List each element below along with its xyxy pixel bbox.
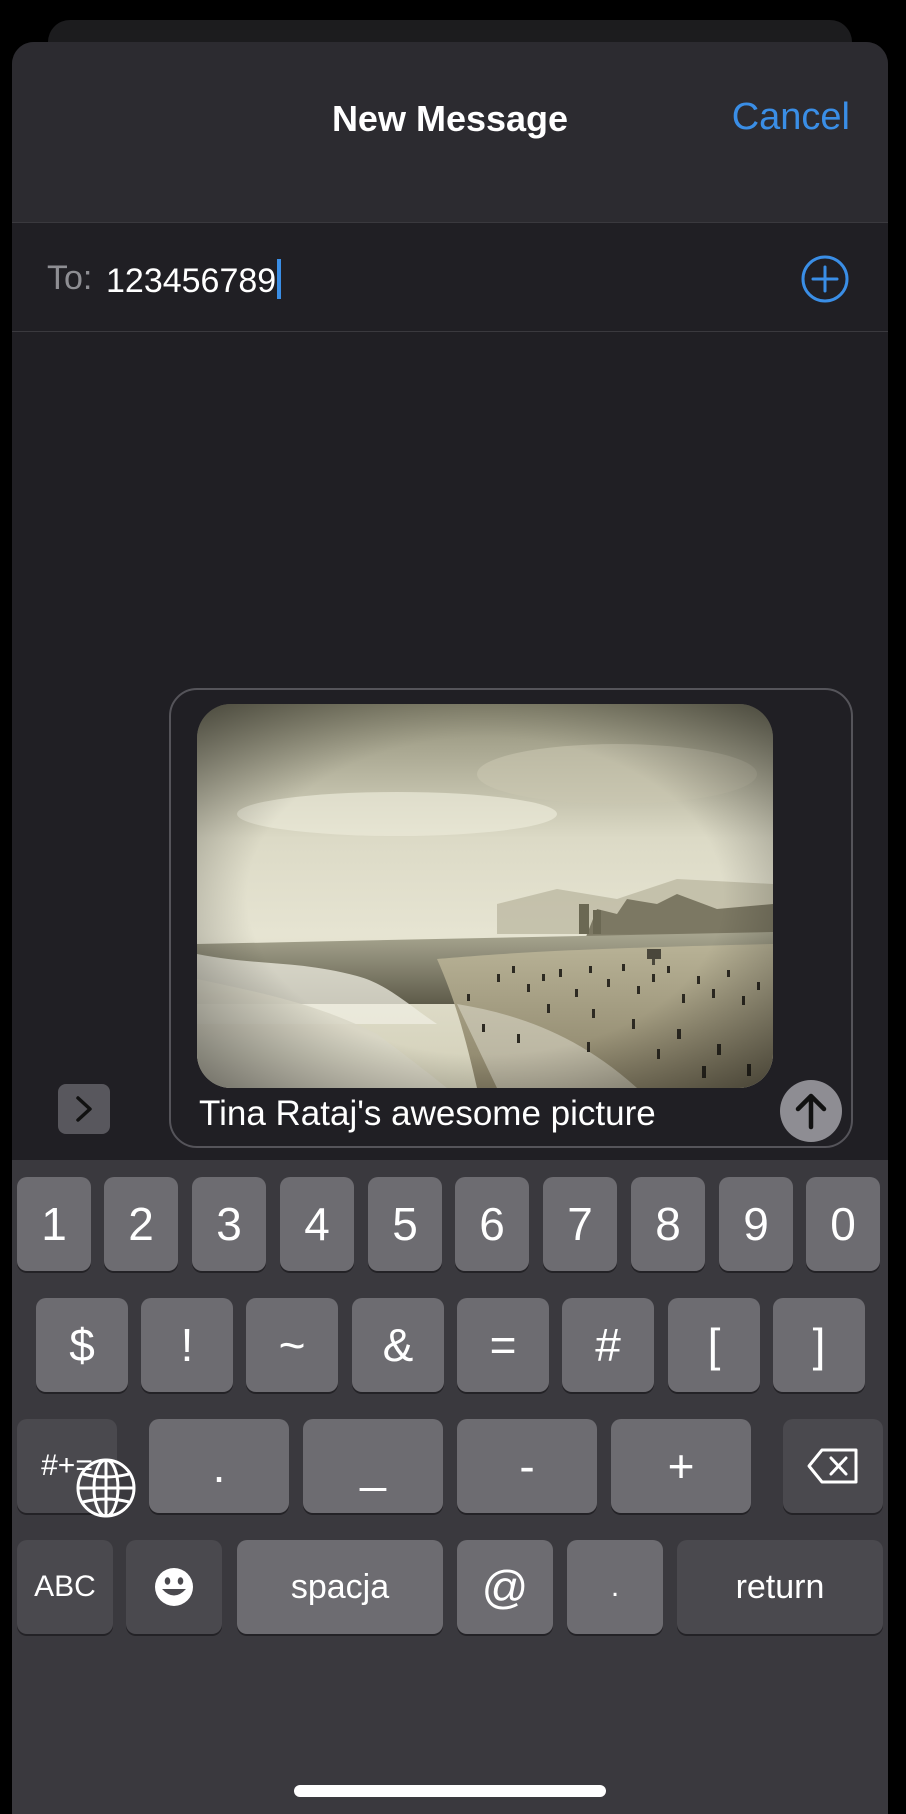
new-message-sheet: New Message Cancel To: 123456789 Tina Ra…: [12, 42, 888, 1814]
backspace-icon: [807, 1448, 858, 1484]
beach-photo-attachment[interactable]: [197, 704, 773, 1088]
key-tilde[interactable]: ~: [246, 1298, 338, 1392]
message-text: Tina Rataj's awesome picture: [199, 1094, 656, 1133]
key-return[interactable]: return: [677, 1540, 883, 1634]
key-0[interactable]: 0: [806, 1177, 880, 1271]
key-9[interactable]: 9: [719, 1177, 793, 1271]
key-6[interactable]: 6: [455, 1177, 529, 1271]
recipient-row[interactable]: To: 123456789: [12, 223, 888, 332]
text-caret: [277, 259, 282, 299]
keyboard: 1 2 3 4 5 6 7 8 9 0 $ ! ~ & = # [ ] #+= …: [12, 1160, 888, 1814]
send-button[interactable]: [780, 1080, 842, 1142]
expand-apps-button[interactable]: [58, 1084, 110, 1134]
key-5[interactable]: 5: [368, 1177, 442, 1271]
key-3[interactable]: 3: [192, 1177, 266, 1271]
key-7[interactable]: 7: [543, 1177, 617, 1271]
beach-photo: [197, 704, 773, 1088]
key-delete[interactable]: [783, 1419, 883, 1513]
key-8[interactable]: 8: [631, 1177, 705, 1271]
key-left-bracket[interactable]: [: [668, 1298, 760, 1392]
key-right-bracket[interactable]: ]: [773, 1298, 865, 1392]
key-dollar[interactable]: $: [36, 1298, 128, 1392]
key-2[interactable]: 2: [104, 1177, 178, 1271]
key-space[interactable]: spacja: [237, 1540, 443, 1634]
plus-circle-icon[interactable]: [800, 254, 850, 304]
key-at[interactable]: @: [457, 1540, 553, 1634]
globe-icon[interactable]: [74, 1456, 138, 1520]
key-underscore[interactable]: _: [303, 1419, 443, 1513]
key-abc[interactable]: ABC: [17, 1540, 113, 1634]
cancel-button[interactable]: Cancel: [732, 96, 850, 139]
key-plus[interactable]: +: [611, 1419, 751, 1513]
home-indicator[interactable]: [294, 1785, 606, 1797]
key-exclamation[interactable]: !: [141, 1298, 233, 1392]
recipient-value: 123456789: [106, 262, 277, 300]
key-hyphen[interactable]: -: [457, 1419, 597, 1513]
recipient-input[interactable]: 123456789: [106, 259, 282, 301]
key-4[interactable]: 4: [280, 1177, 354, 1271]
key-1[interactable]: 1: [17, 1177, 91, 1271]
nav-bar: New Message Cancel: [12, 42, 888, 223]
key-emoji[interactable]: [126, 1540, 222, 1634]
key-equals[interactable]: =: [457, 1298, 549, 1392]
chevron-right-icon: [76, 1096, 92, 1122]
key-hash[interactable]: #: [562, 1298, 654, 1392]
message-compose-field[interactable]: Tina Rataj's awesome picture: [169, 688, 853, 1148]
to-label: To:: [47, 259, 93, 297]
arrow-up-icon: [795, 1093, 827, 1130]
key-ampersand[interactable]: &: [352, 1298, 444, 1392]
smiley-icon: [155, 1568, 193, 1606]
key-period[interactable]: .: [149, 1419, 289, 1513]
key-dot[interactable]: .: [567, 1540, 663, 1634]
